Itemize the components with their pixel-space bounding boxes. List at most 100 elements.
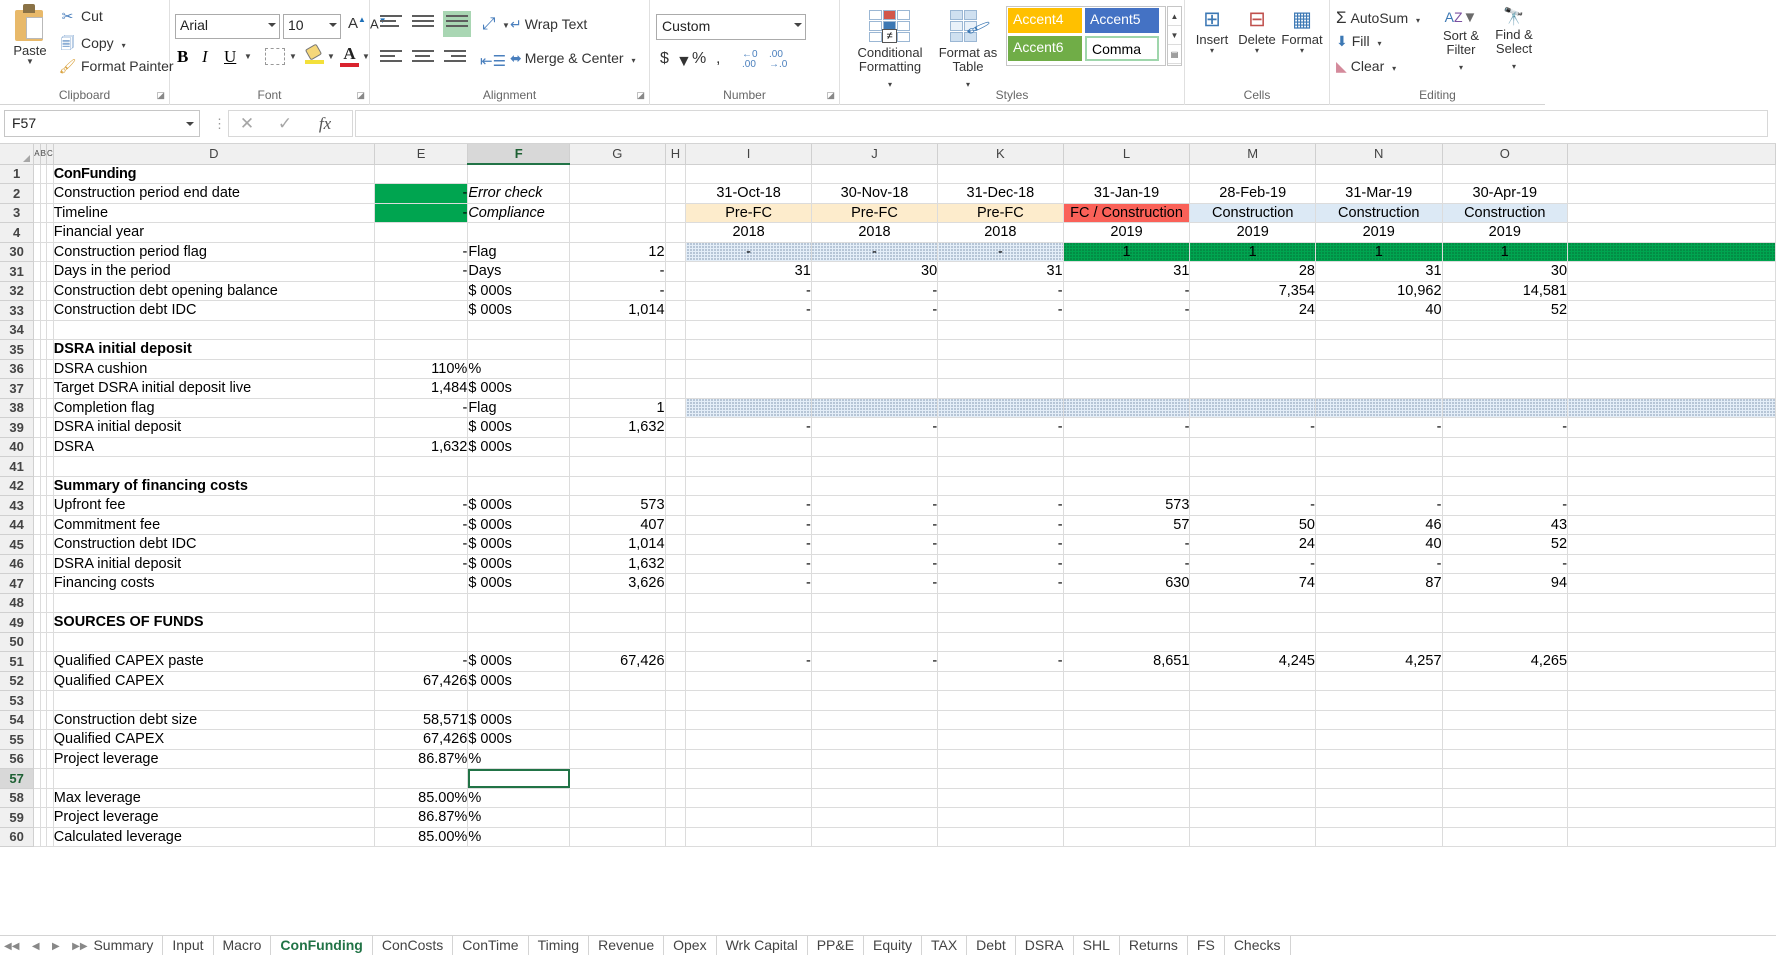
cell-P37[interactable] <box>1567 378 1776 399</box>
cell-D45[interactable]: Construction debt IDC <box>53 534 375 555</box>
cell-D3[interactable]: Timeline <box>53 203 375 223</box>
table-row[interactable]: 53 <box>0 690 1776 711</box>
cell-J33[interactable]: - <box>811 300 939 321</box>
sheet-tab-confunding[interactable]: ConFunding <box>271 936 373 955</box>
cell-K40[interactable] <box>937 437 1064 457</box>
cell-I40[interactable] <box>685 437 812 457</box>
cell-F37[interactable]: $ 000s <box>467 378 571 399</box>
cell-N40[interactable] <box>1315 437 1443 457</box>
cell-J39[interactable]: - <box>811 417 939 438</box>
cell-O33[interactable]: 52 <box>1442 300 1569 321</box>
cell-K49[interactable] <box>937 612 1064 633</box>
cell-K52[interactable] <box>937 671 1064 691</box>
cell-E39[interactable] <box>374 417 469 438</box>
cell-M36[interactable] <box>1189 359 1316 379</box>
cell-M32[interactable]: 7,354 <box>1189 281 1316 301</box>
cell-J37[interactable] <box>811 378 939 399</box>
cell-K50[interactable] <box>937 632 1064 652</box>
cell-O37[interactable] <box>1442 378 1569 399</box>
cell-J47[interactable]: - <box>811 573 939 594</box>
cell-J35[interactable] <box>811 339 939 360</box>
cell-L58[interactable] <box>1063 788 1191 808</box>
autosum-button[interactable]: Σ AutoSum ▾ <box>1336 8 1420 28</box>
cell-I38[interactable] <box>685 398 812 418</box>
cell-C3[interactable] <box>46 203 54 223</box>
row-header-37[interactable]: 37 <box>0 378 35 399</box>
styles-gallery-scrollbar[interactable]: ▲ ▼ ▤ <box>1167 6 1182 66</box>
cell-D40[interactable]: DSRA <box>53 437 375 457</box>
cell-P40[interactable] <box>1567 437 1776 457</box>
cell-G54[interactable] <box>569 710 666 730</box>
sort-filter-button[interactable]: AZ▼ Sort & Filter ▾ <box>1435 6 1487 75</box>
cell-N38[interactable] <box>1315 398 1443 418</box>
cell-L54[interactable] <box>1063 710 1191 730</box>
cell-P60[interactable] <box>1567 827 1776 847</box>
cell-style-comma[interactable]: Comma <box>1085 36 1159 61</box>
chevron-down-icon[interactable]: ▾ <box>122 42 126 50</box>
cell-H39[interactable] <box>665 417 687 438</box>
cell-P4[interactable] <box>1567 222 1776 243</box>
cell-M31[interactable]: 28 <box>1189 261 1316 282</box>
cell-D36[interactable]: DSRA cushion <box>53 359 375 379</box>
cell-O4[interactable]: 2019 <box>1442 222 1569 243</box>
cell-C44[interactable] <box>46 515 54 535</box>
cell-L42[interactable] <box>1063 476 1191 496</box>
cell-I54[interactable] <box>685 710 812 730</box>
font-dialog-launcher[interactable]: ◪ <box>356 90 365 101</box>
fill-color-chevron-down-icon[interactable]: ▼ <box>327 53 335 61</box>
table-row[interactable]: 56 Project leverage 86.87%% <box>0 749 1776 769</box>
cell-M37[interactable] <box>1189 378 1316 399</box>
cell-H58[interactable] <box>665 788 687 808</box>
cell-J42[interactable] <box>811 476 939 496</box>
sheet-tab-dsra[interactable]: DSRA <box>1016 936 1074 955</box>
cell-E37[interactable]: 1,484 <box>374 378 469 399</box>
cell-N45[interactable]: 40 <box>1315 534 1443 555</box>
cell-G42[interactable] <box>569 476 666 496</box>
cell-K34[interactable] <box>937 320 1064 340</box>
accounting-format-button[interactable]: $ <box>660 50 669 68</box>
delete-cells-button[interactable]: ⊟ Delete ▾ <box>1234 8 1280 55</box>
cell-C31[interactable] <box>46 261 54 282</box>
cell-G33[interactable]: 1,014 <box>569 300 666 321</box>
cell-P53[interactable] <box>1567 690 1776 711</box>
table-row[interactable]: 36 DSRA cushion 110%% <box>0 359 1776 379</box>
cell-N36[interactable] <box>1315 359 1443 379</box>
row-header-40[interactable]: 40 <box>0 437 35 457</box>
cell-E1[interactable] <box>374 164 469 184</box>
cell-G50[interactable] <box>569 632 666 652</box>
cell-C52[interactable] <box>46 671 54 691</box>
cell-I58[interactable] <box>685 788 812 808</box>
cell-M44[interactable]: 50 <box>1189 515 1316 535</box>
cell-N55[interactable] <box>1315 729 1443 750</box>
cell-E49[interactable] <box>374 612 469 633</box>
align-right-button[interactable] <box>444 50 466 65</box>
sheet-tab-input[interactable]: Input <box>163 936 214 955</box>
cell-E60[interactable]: 85.00% <box>374 827 469 847</box>
cell-O39[interactable]: - <box>1442 417 1569 438</box>
cell-K46[interactable]: - <box>937 554 1064 574</box>
cell-C4[interactable] <box>46 222 54 243</box>
table-row[interactable]: 2 Construction period end date - Error chec… <box>0 183 1776 204</box>
cell-D46[interactable]: DSRA initial deposit <box>53 554 375 574</box>
borders-chevron-down-icon[interactable]: ▼ <box>289 53 297 61</box>
cell-N4[interactable]: 2019 <box>1315 222 1443 243</box>
cell-H49[interactable] <box>665 612 687 633</box>
cell-O55[interactable] <box>1442 729 1569 750</box>
cell-H36[interactable] <box>665 359 687 379</box>
cell-K35[interactable] <box>937 339 1064 360</box>
cell-E4[interactable] <box>374 222 469 243</box>
cell-E30[interactable]: - <box>374 242 469 262</box>
cell-G59[interactable] <box>569 807 666 828</box>
cell-C56[interactable] <box>46 749 54 769</box>
font-color-button[interactable]: A <box>340 45 359 67</box>
cell-F52[interactable]: $ 000s <box>467 671 571 691</box>
cell-L35[interactable] <box>1063 339 1191 360</box>
cell-L31[interactable]: 31 <box>1063 261 1191 282</box>
cell-C53[interactable] <box>46 690 54 711</box>
number-dialog-launcher[interactable]: ◪ <box>826 90 835 101</box>
cell-F49[interactable] <box>467 612 571 633</box>
chevron-down-icon[interactable]: ▾ <box>631 57 635 65</box>
cell-N42[interactable] <box>1315 476 1443 496</box>
align-bottom-button[interactable] <box>443 11 471 37</box>
cell-H31[interactable] <box>665 261 687 282</box>
